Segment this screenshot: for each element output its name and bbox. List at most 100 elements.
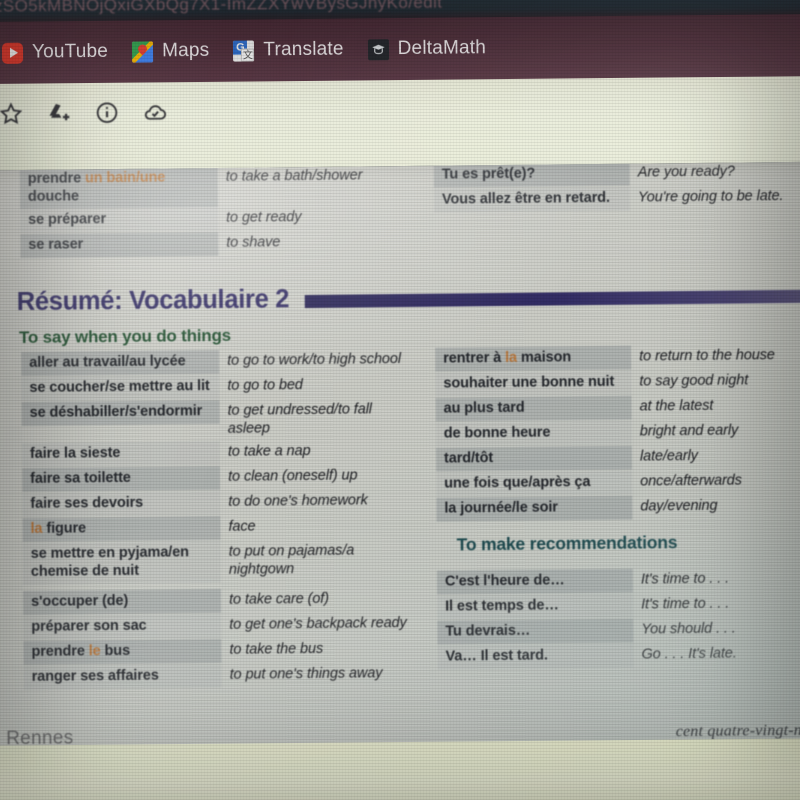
english-cell: to take a nap xyxy=(227,443,311,461)
french-cell: prendre un bain/une douche xyxy=(19,165,219,210)
french-cell: Il est temps de… xyxy=(437,593,634,620)
info-circle-icon[interactable] xyxy=(94,100,120,126)
viewer-toolbar-icons xyxy=(0,99,168,127)
english-cell: to clean (oneself) up xyxy=(228,467,358,486)
google-translate-icon: G文 xyxy=(233,39,255,62)
page-title: Résumé: Vocabulaire 2 xyxy=(16,285,290,317)
english-cell: to say good night xyxy=(639,372,749,390)
bookmark-label: Translate xyxy=(263,38,344,61)
french-cell: la figure xyxy=(22,516,221,543)
english-cell: to go to work/to high school xyxy=(227,351,402,369)
google-maps-icon xyxy=(131,40,154,63)
carryover-rows: prendre un bain/une douche to take a bat… xyxy=(0,161,800,259)
french-cell: faire sa toilette xyxy=(22,466,221,493)
bookmark-deltamath[interactable]: DeltaMath xyxy=(356,34,499,63)
french-cell: tard/tôt xyxy=(435,445,633,472)
french-cell: Tu es prêt(e)? xyxy=(433,161,630,188)
bookmark-translate[interactable]: G文 Translate xyxy=(221,35,356,64)
french-cell: souhaiter une bonne nuit xyxy=(435,370,632,397)
bookmark-maps[interactable]: Maps xyxy=(120,37,222,66)
english-cell: It's time to . . . xyxy=(640,570,730,588)
french-cell: se déshabiller/s'endormir xyxy=(21,399,220,426)
french-cell: s'occuper (de) xyxy=(23,589,222,616)
table-row: rentrer à la maison to return to the hou… xyxy=(435,344,795,373)
cloud-check-icon[interactable] xyxy=(142,99,168,125)
screen-bottom-band xyxy=(0,738,800,800)
english-cell: late/early xyxy=(639,447,698,465)
english-cell: to get one's backpack ready xyxy=(229,615,407,634)
bookmark-star-icon[interactable] xyxy=(0,101,24,127)
bookmarks-bar: YouTube Maps G文 Translate DeltaMath xyxy=(0,13,800,85)
screen-photo: zSO5kMBNOjQxiGXbQg7X1-ImZZXYwVBysGJnyKo/… xyxy=(0,0,800,800)
english-cell: to get ready xyxy=(226,209,302,227)
english-cell: to put one's things away xyxy=(229,665,383,684)
subheading-when-you-do-things: To say when you do things xyxy=(18,325,232,348)
english-cell: You should . . . xyxy=(641,620,736,638)
french-cell: ranger ses affaires xyxy=(23,664,222,691)
deltamath-icon xyxy=(367,38,389,60)
bookmark-label: DeltaMath xyxy=(397,37,487,60)
table-row: se raser to shave xyxy=(20,230,412,259)
table-row: une fois que/après ça once/afterwards xyxy=(436,469,796,498)
english-cell: to take the bus xyxy=(229,641,324,659)
save-to-drive-icon[interactable] xyxy=(46,100,72,126)
table-row: souhaiter une bonne nuit to say good nig… xyxy=(435,369,795,398)
section-heading: Résumé: Vocabulaire 2 xyxy=(17,280,800,317)
subheading-recommendations: To make recommendations xyxy=(456,532,678,555)
document-page: prendre un bain/une douche to take a bat… xyxy=(0,161,800,759)
table-row: se mettre en pyjama/en chemise de nuit t… xyxy=(22,539,415,591)
english-cell: once/afterwards xyxy=(640,472,742,490)
english-cell: to put on pajamas/a nightgown xyxy=(228,542,355,578)
table-row: Tu devrais… You should . . . xyxy=(437,617,797,646)
french-cell: se préparer xyxy=(20,207,219,234)
table-row: Vous allez être en retard. You're going … xyxy=(433,185,794,214)
carryover-right-column: Tu es prêt(e)? Are you ready? Vous allez… xyxy=(433,161,794,214)
heading-rule xyxy=(305,289,800,309)
french-cell: Vous allez être en retard. xyxy=(433,186,631,213)
english-cell: to go to bed xyxy=(227,377,303,394)
table-row: C'est l'heure de… It's time to . . . xyxy=(436,567,797,596)
english-cell: You're going to be late. xyxy=(637,188,784,206)
french-cell: la journée/le soir xyxy=(436,495,633,522)
vocab-right-column: rentrer à la maison to return to the hou… xyxy=(435,344,798,671)
english-cell: It's time to . . . xyxy=(641,595,730,613)
french-cell: faire ses devoirs xyxy=(22,491,221,518)
french-cell: une fois que/après ça xyxy=(436,470,633,497)
french-cell: faire la sieste xyxy=(21,441,221,468)
carryover-left-column: prendre un bain/une douche to take a bat… xyxy=(19,164,413,259)
table-row: la journée/le soir day/evening xyxy=(436,494,796,523)
table-row: au plus tard at the latest xyxy=(435,394,796,423)
english-cell: at the latest xyxy=(639,397,714,415)
french-cell: de bonne heure xyxy=(435,420,632,447)
bookmark-label: YouTube xyxy=(31,40,109,63)
english-cell: to take a bath/shower xyxy=(225,167,363,185)
table-row: prendre un bain/une douche to take a bat… xyxy=(19,164,412,210)
table-row: tard/tôt late/early xyxy=(435,444,796,473)
french-cell: Va… Il est tard. xyxy=(437,643,634,670)
english-cell: to get undressed/to fall asleep xyxy=(227,401,372,437)
english-cell: day/evening xyxy=(640,497,718,515)
french-cell: se raser xyxy=(20,232,219,259)
english-cell: face xyxy=(228,518,256,536)
bookmark-label: Maps xyxy=(161,39,210,62)
english-cell: Go . . . It's late. xyxy=(641,645,737,663)
french-cell: C'est l'heure de… xyxy=(436,568,634,595)
table-row: ranger ses affaires to put one's things … xyxy=(23,662,416,691)
french-cell: prendre le bus xyxy=(23,639,222,666)
bookmark-youtube[interactable]: YouTube xyxy=(0,38,120,67)
table-row: de bonne heure bright and early xyxy=(435,419,796,448)
table-row: Il est temps de… It's time to . . . xyxy=(437,592,797,621)
french-cell: rentrer à la maison xyxy=(435,345,632,372)
url-text: zSO5kMBNOjQxiGXbQg7X1-ImZZXYwVBysGJnyKo/… xyxy=(0,0,443,16)
english-cell: to take care (of) xyxy=(229,591,329,609)
french-cell: se mettre en pyjama/en chemise de nuit xyxy=(22,541,221,585)
vocab-left-column: aller au travail/au lycée to go to work/… xyxy=(21,348,416,691)
english-cell: to shave xyxy=(226,234,281,252)
table-row: se déshabiller/s'endormir to get undress… xyxy=(21,398,414,443)
table-row: Va… Il est tard. Go . . . It's late. xyxy=(437,642,797,671)
french-cell: au plus tard xyxy=(435,395,632,422)
french-cell: préparer son sac xyxy=(23,614,222,641)
english-cell: bright and early xyxy=(639,422,739,440)
french-cell: Tu devrais… xyxy=(437,618,634,645)
french-cell: aller au travail/au lycée xyxy=(21,349,220,376)
